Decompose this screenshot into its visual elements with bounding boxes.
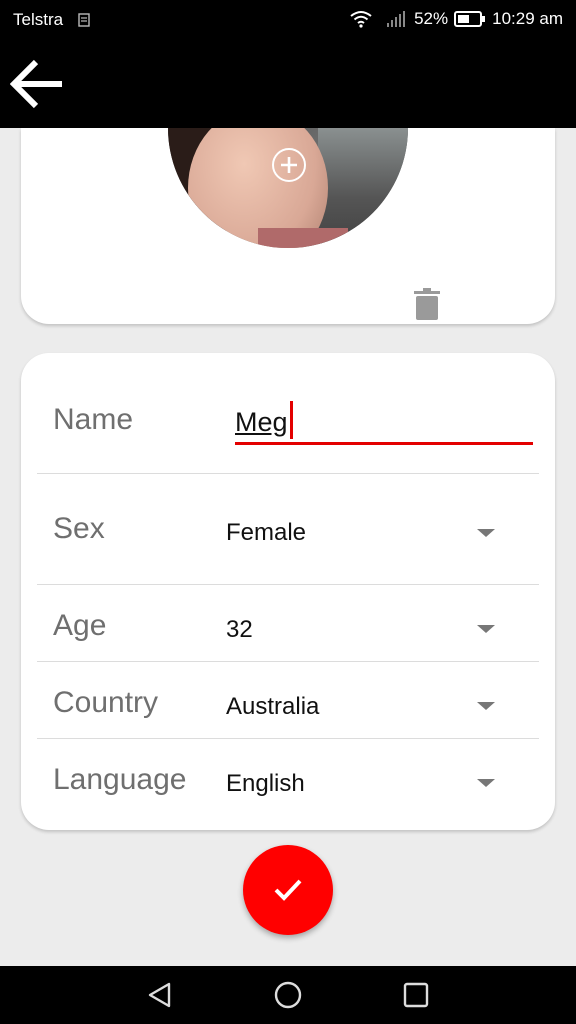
language-label: Language [53,763,187,796]
language-select[interactable]: English [226,770,305,798]
profile-photo[interactable] [168,128,408,248]
sim-icon [78,13,90,27]
signal-icon [387,11,406,27]
app-bar [0,40,576,128]
plus-circle-icon [281,157,297,173]
check-icon [274,879,302,901]
save-button[interactable] [243,845,333,935]
carrier-name: Telstra [13,10,64,29]
chevron-down-icon[interactable] [477,702,495,710]
name-label: Name [53,403,134,436]
country-row[interactable]: Country Australia [37,662,539,738]
text-cursor [290,401,293,439]
trash-icon[interactable] [414,288,440,320]
chevron-down-icon[interactable] [477,529,495,537]
chevron-down-icon[interactable] [477,625,495,633]
wifi-icon [350,11,372,28]
nav-back-button[interactable] [143,978,177,1012]
battery-percent: 52% [414,9,449,28]
chevron-down-icon[interactable] [477,779,495,787]
country-label: Country [53,686,159,719]
triangle-back-icon [148,982,171,1008]
name-row: Name [37,353,539,473]
age-label: Age [53,609,107,642]
navigation-bar [0,966,576,1024]
back-button[interactable] [6,53,68,115]
profile-form: Name Sex Female Age 32 Country Australia… [21,353,555,830]
square-recents-icon [403,982,429,1008]
battery-icon [454,11,486,27]
nav-recents-button[interactable] [399,978,433,1012]
age-select[interactable]: 32 [226,616,253,644]
add-photo-button[interactable] [272,148,306,182]
arrow-left-icon [10,59,62,109]
name-input-underline [235,442,533,445]
language-row[interactable]: Language English [37,739,539,815]
sex-row[interactable]: Sex Female [37,474,539,584]
name-input[interactable] [235,403,533,441]
photo-card [21,128,555,324]
sex-label: Sex [53,512,105,545]
country-select[interactable]: Australia [226,693,319,721]
nav-home-button[interactable] [271,978,305,1012]
sex-select[interactable]: Female [226,519,306,547]
age-row[interactable]: Age 32 [37,585,539,661]
circle-home-icon [274,981,302,1009]
clock: 10:29 am [492,9,563,28]
status-bar: Telstra 52% 10:29 am [0,0,576,40]
